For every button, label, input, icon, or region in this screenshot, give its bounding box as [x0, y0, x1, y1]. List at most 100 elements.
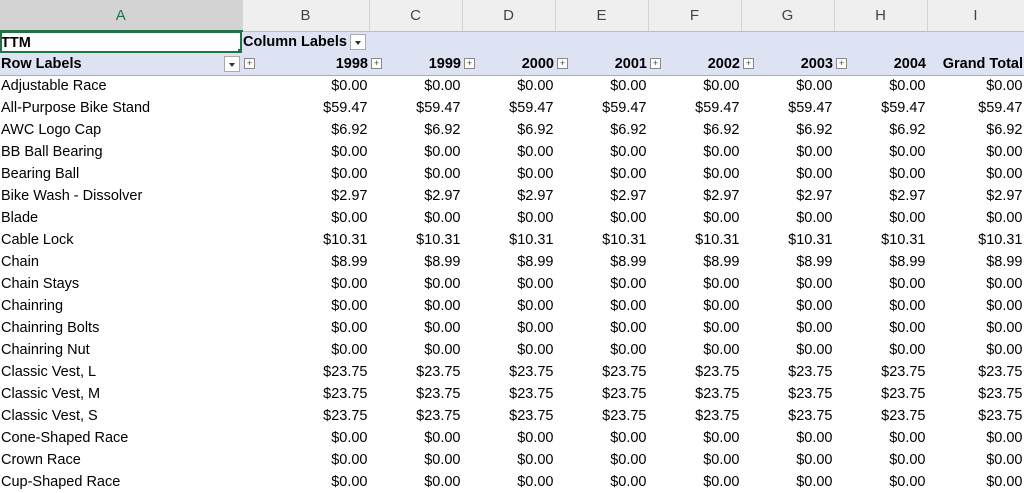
value-cell[interactable]: $0.00	[242, 471, 370, 493]
grand-total-cell[interactable]: $8.99	[927, 251, 1024, 273]
value-cell[interactable]: $0.00	[834, 207, 928, 229]
value-cell[interactable]: $23.75	[834, 383, 928, 405]
value-cell[interactable]: $8.99	[462, 251, 556, 273]
value-cell[interactable]: $0.00	[555, 427, 649, 449]
value-cell[interactable]: $0.00	[648, 449, 742, 471]
row-label-cell[interactable]: Cup-Shaped Race	[0, 471, 243, 493]
expand-plus-icon[interactable]: +	[464, 58, 475, 70]
value-cell[interactable]: $0.00	[369, 295, 463, 317]
column-header-d[interactable]: D	[462, 0, 556, 32]
value-cell[interactable]: $23.75	[555, 361, 649, 383]
value-cell[interactable]: $0.00	[741, 75, 835, 97]
value-cell[interactable]: $0.00	[648, 75, 742, 97]
year-header-2002[interactable]: +2002	[648, 53, 741, 76]
empty-header-cell[interactable]	[741, 31, 834, 53]
value-cell[interactable]: $0.00	[462, 141, 556, 163]
value-cell[interactable]: $0.00	[369, 273, 463, 295]
value-cell[interactable]: $23.75	[741, 383, 835, 405]
row-labels-filter-dropdown-icon[interactable]	[224, 55, 240, 72]
row-label-cell[interactable]: Blade	[0, 207, 243, 229]
column-header-b[interactable]: B	[242, 0, 370, 32]
value-cell[interactable]: $6.92	[369, 119, 463, 141]
year-header-1999[interactable]: +1999	[369, 53, 462, 76]
value-cell[interactable]: $0.00	[462, 449, 556, 471]
value-cell[interactable]: $0.00	[648, 427, 742, 449]
row-labels-cell[interactable]: Row Labels	[0, 53, 242, 76]
value-cell[interactable]: $59.47	[462, 97, 556, 119]
value-cell[interactable]: $59.47	[369, 97, 463, 119]
empty-header-cell[interactable]	[369, 31, 462, 53]
value-cell[interactable]: $8.99	[555, 251, 649, 273]
value-cell[interactable]: $0.00	[648, 295, 742, 317]
value-cell[interactable]: $0.00	[741, 273, 835, 295]
grand-total-cell[interactable]: $10.31	[927, 229, 1024, 251]
value-cell[interactable]: $0.00	[242, 163, 370, 185]
value-cell[interactable]: $0.00	[555, 207, 649, 229]
value-cell[interactable]: $6.92	[555, 119, 649, 141]
value-cell[interactable]: $0.00	[741, 427, 835, 449]
value-cell[interactable]: $0.00	[741, 471, 835, 493]
row-label-cell[interactable]: AWC Logo Cap	[0, 119, 243, 141]
value-cell[interactable]: $23.75	[462, 405, 556, 427]
value-cell[interactable]: $10.31	[741, 229, 835, 251]
value-cell[interactable]: $10.31	[555, 229, 649, 251]
row-label-cell[interactable]: Chain Stays	[0, 273, 243, 295]
grand-total-cell[interactable]: $0.00	[927, 207, 1024, 229]
expand-plus-icon[interactable]: +	[244, 58, 255, 70]
year-header-2001[interactable]: +2001	[555, 53, 648, 76]
empty-header-cell[interactable]	[555, 31, 648, 53]
row-label-cell[interactable]: Chainring	[0, 295, 243, 317]
grand-total-cell[interactable]: $23.75	[927, 361, 1024, 383]
value-cell[interactable]: $0.00	[242, 141, 370, 163]
value-cell[interactable]: $2.97	[462, 185, 556, 207]
value-cell[interactable]: $0.00	[369, 141, 463, 163]
value-cell[interactable]: $0.00	[555, 75, 649, 97]
value-cell[interactable]: $0.00	[462, 339, 556, 361]
column-header-a[interactable]: A	[0, 0, 243, 32]
value-cell[interactable]: $0.00	[462, 295, 556, 317]
column-header-c[interactable]: C	[369, 0, 463, 32]
value-cell[interactable]: $0.00	[555, 317, 649, 339]
column-header-e[interactable]: E	[555, 0, 649, 32]
value-cell[interactable]: $0.00	[834, 427, 928, 449]
value-cell[interactable]: $0.00	[462, 317, 556, 339]
value-cell[interactable]: $0.00	[834, 471, 928, 493]
grand-total-cell[interactable]: $0.00	[927, 273, 1024, 295]
value-cell[interactable]: $0.00	[462, 75, 556, 97]
value-cell[interactable]: $10.31	[834, 229, 928, 251]
year-header-2003[interactable]: +2003	[741, 53, 834, 76]
grand-total-cell[interactable]: $0.00	[927, 427, 1024, 449]
value-cell[interactable]: $10.31	[369, 229, 463, 251]
expand-plus-icon[interactable]: +	[743, 58, 754, 70]
grand-total-cell[interactable]: $0.00	[927, 317, 1024, 339]
value-cell[interactable]: $2.97	[834, 185, 928, 207]
value-cell[interactable]: $0.00	[555, 339, 649, 361]
value-cell[interactable]: $0.00	[242, 273, 370, 295]
value-cell[interactable]: $2.97	[648, 185, 742, 207]
value-cell[interactable]: $23.75	[555, 383, 649, 405]
value-cell[interactable]: $2.97	[369, 185, 463, 207]
value-cell[interactable]: $0.00	[834, 317, 928, 339]
value-cell[interactable]: $23.75	[834, 405, 928, 427]
value-cell[interactable]: $23.75	[648, 405, 742, 427]
row-label-cell[interactable]: Classic Vest, S	[0, 405, 243, 427]
row-label-cell[interactable]: Chainring Nut	[0, 339, 243, 361]
row-label-cell[interactable]: Chain	[0, 251, 243, 273]
column-labels-cell[interactable]: Column Labels	[242, 31, 369, 53]
value-cell[interactable]: $23.75	[369, 383, 463, 405]
value-cell[interactable]: $23.75	[369, 361, 463, 383]
value-cell[interactable]: $0.00	[741, 449, 835, 471]
value-cell[interactable]: $0.00	[369, 471, 463, 493]
grand-total-cell[interactable]: $2.97	[927, 185, 1024, 207]
value-cell[interactable]: $8.99	[741, 251, 835, 273]
grand-total-header[interactable]: Grand Total	[927, 53, 1024, 76]
row-label-cell[interactable]: Cone-Shaped Race	[0, 427, 243, 449]
value-cell[interactable]: $23.75	[242, 361, 370, 383]
value-cell[interactable]: $23.75	[741, 405, 835, 427]
year-header-2000[interactable]: +2000	[462, 53, 555, 76]
value-cell[interactable]: $0.00	[741, 163, 835, 185]
value-cell[interactable]: $6.92	[741, 119, 835, 141]
value-cell[interactable]: $0.00	[741, 317, 835, 339]
value-cell[interactable]: $8.99	[834, 251, 928, 273]
year-header-2004[interactable]: +2004	[834, 53, 927, 76]
